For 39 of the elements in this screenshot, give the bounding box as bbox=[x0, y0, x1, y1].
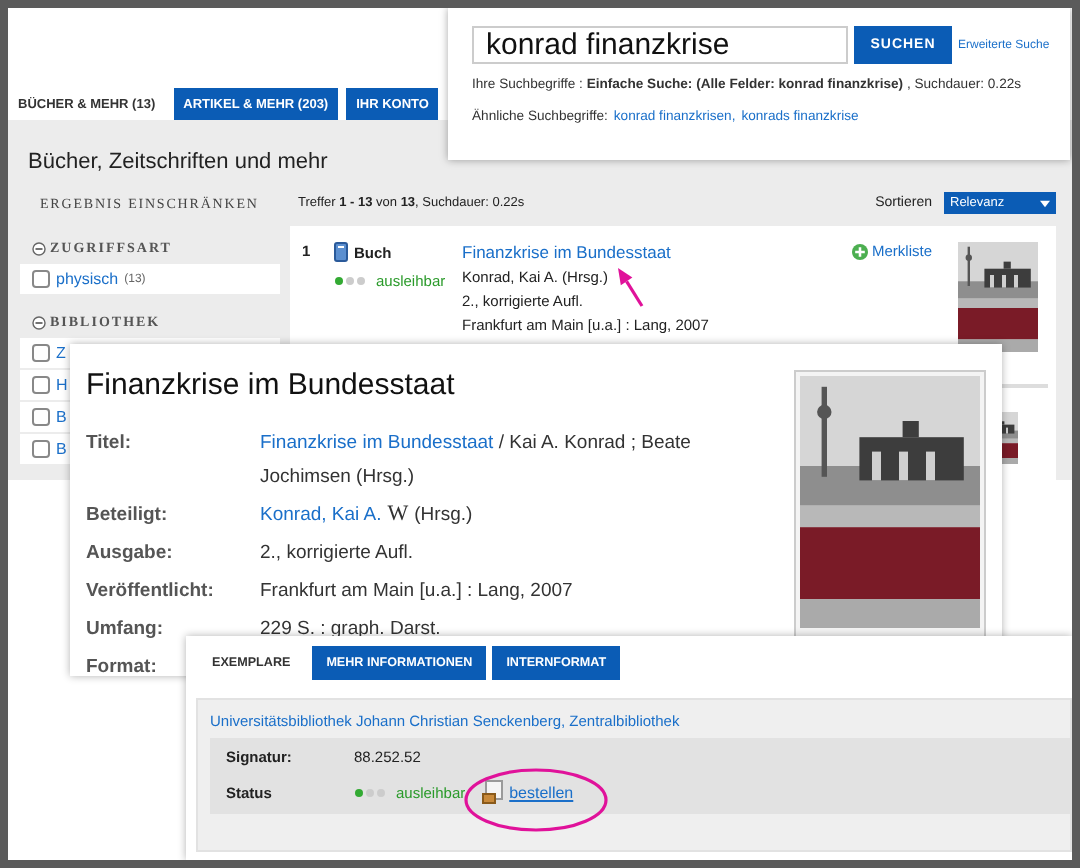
search-field[interactable]: konrad finanzkrise bbox=[472, 26, 848, 64]
facet-link[interactable]: H bbox=[56, 376, 68, 394]
field-label: Ausgabe: bbox=[86, 540, 175, 568]
field-value: 229 S. : graph. Darst. bbox=[260, 616, 443, 644]
book-icon bbox=[334, 242, 348, 262]
facet-link[interactable]: physisch bbox=[56, 270, 119, 288]
facet-link[interactable]: B bbox=[56, 440, 67, 458]
pointer-arrow bbox=[618, 268, 644, 307]
checkbox[interactable] bbox=[32, 408, 50, 426]
wikipedia-icon[interactable]: W bbox=[387, 502, 409, 526]
field-value: Finanzkrise im Bundesstaat / Kai A. Konrad ; Beate Jochimsen (Hrsg.) bbox=[260, 430, 693, 492]
field-label: Format: bbox=[86, 654, 157, 682]
field-label: Veröffentlicht: bbox=[86, 578, 216, 606]
field-link[interactable]: Konrad, Kai A. bbox=[260, 504, 382, 526]
field-label: Titel: bbox=[86, 430, 134, 458]
facet-link[interactable]: Z bbox=[56, 344, 66, 362]
availability-icon bbox=[354, 787, 386, 797]
collapse-icon bbox=[32, 241, 46, 255]
availability-icon bbox=[334, 276, 366, 286]
field-value: 2., korrigierte Aufl. bbox=[260, 540, 416, 568]
checkbox[interactable] bbox=[32, 440, 50, 458]
field-value: Frankfurt am Main [u.a.] : Lang, 2007 bbox=[260, 578, 575, 606]
order-link[interactable]: bestellen bbox=[481, 780, 574, 804]
collapse-icon bbox=[32, 315, 46, 329]
highlight-ellipse bbox=[464, 768, 608, 832]
field-link[interactable]: Finanzkrise im Bundesstaat bbox=[260, 432, 494, 454]
field-label: Beteiligt: bbox=[86, 502, 170, 530]
checkbox[interactable] bbox=[32, 270, 50, 288]
field-value: Konrad, Kai A. W (Hrsg.) bbox=[260, 500, 475, 530]
caret-icon bbox=[1040, 199, 1050, 207]
facet-link[interactable]: B bbox=[56, 408, 67, 426]
checkbox[interactable] bbox=[32, 376, 50, 394]
field-label: Umfang: bbox=[86, 616, 166, 644]
plus-icon bbox=[851, 243, 868, 259]
checkbox[interactable] bbox=[32, 344, 50, 362]
record-title: Finanzkrise im Bundesstaat bbox=[86, 368, 457, 402]
result-title-link[interactable]: Finanzkrise im Bundesstaat bbox=[462, 242, 844, 262]
page-heading: Bücher, Zeitschriften und mehr bbox=[28, 150, 328, 174]
order-icon bbox=[481, 780, 504, 804]
